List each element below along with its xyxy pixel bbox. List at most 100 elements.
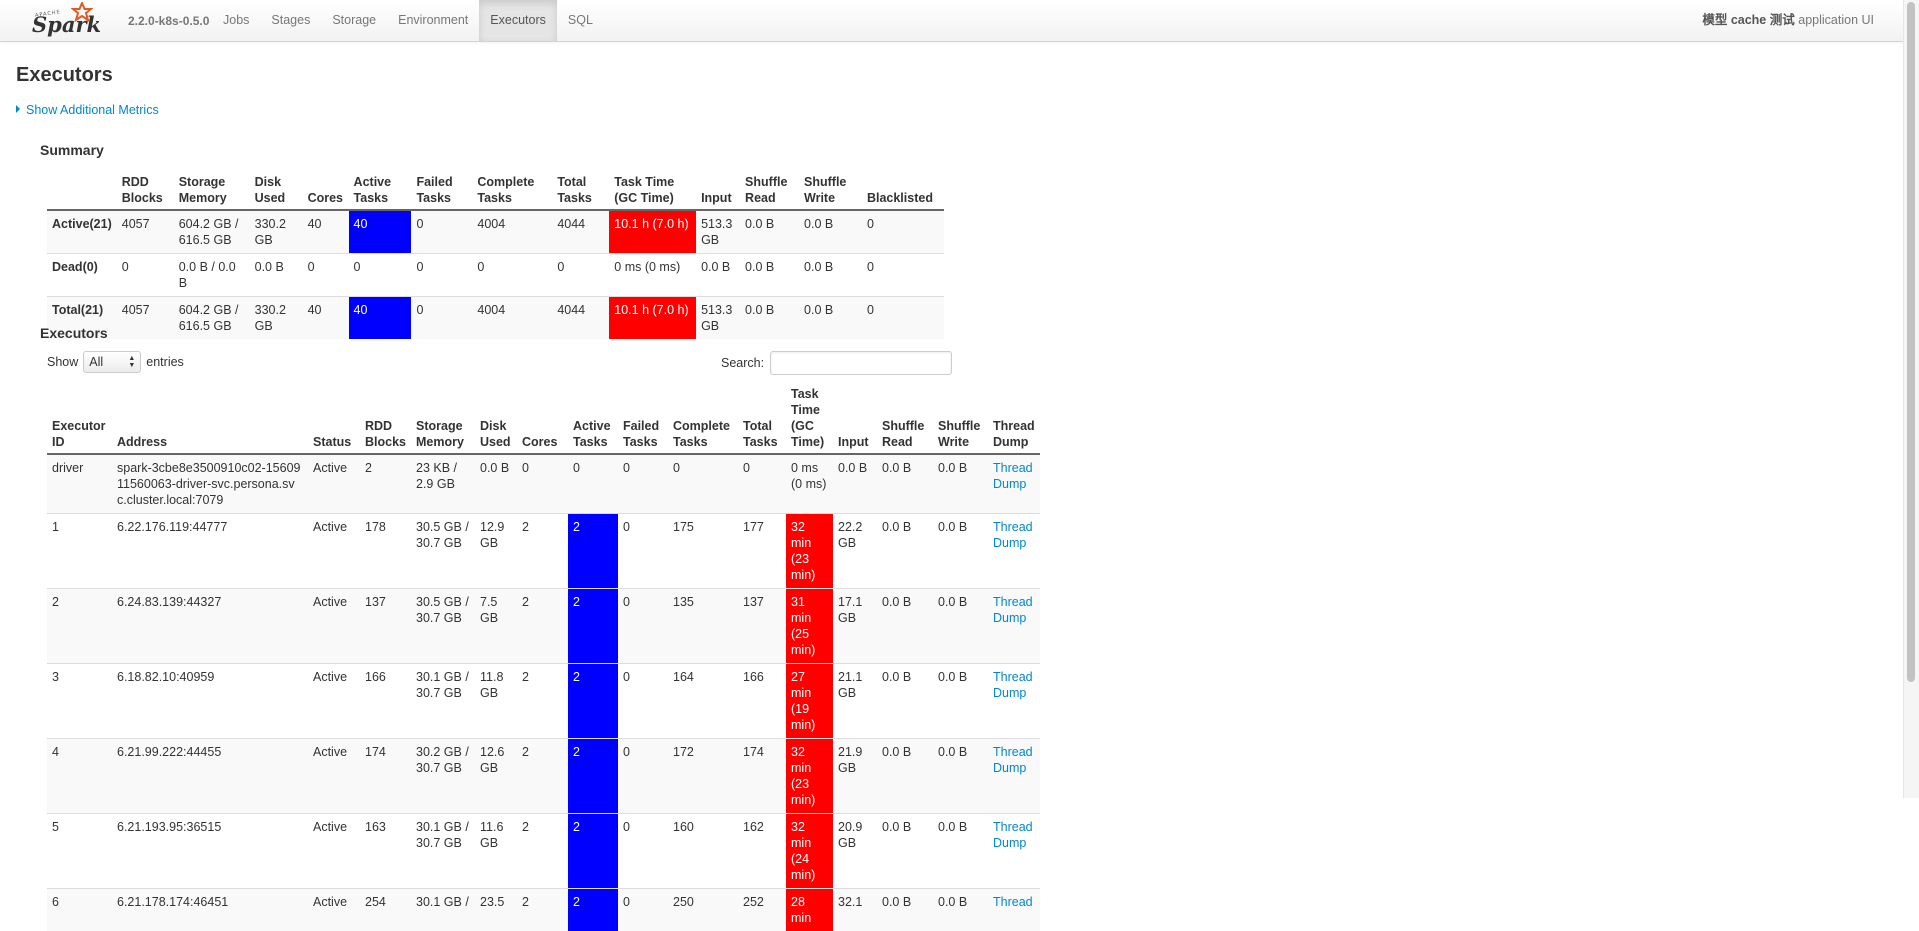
summary-cell: 0 (862, 297, 944, 340)
exec-col-failed-tasks[interactable]: Failed Tasks (618, 384, 668, 454)
summary-col-complete-tasks[interactable]: Complete Tasks (472, 172, 552, 210)
exec-col-total-tasks[interactable]: Total Tasks (738, 384, 786, 454)
tab-stages[interactable]: Stages (260, 0, 321, 41)
thread-dump-link[interactable]: Thread Dump (993, 820, 1033, 850)
summary-row: Active(21)4057604.2 GB / 616.5 GB330.2 G… (47, 210, 944, 254)
summary-cell: 40 (303, 210, 349, 254)
summary-col-blacklisted[interactable]: Blacklisted (862, 172, 944, 210)
executor-cell: 2 (568, 514, 618, 589)
tab-jobs[interactable]: Jobs (212, 0, 260, 41)
executors-table: Executor ID Address Status RDD Blocks St… (47, 384, 1040, 931)
executor-cell: 2 (568, 589, 618, 664)
executor-cell: 32 min (23 min) (786, 514, 833, 589)
summary-cell: 4057 (117, 210, 174, 254)
exec-col-rdd-blocks[interactable]: RDD Blocks (360, 384, 411, 454)
executor-cell: Active (308, 454, 360, 514)
thread-dump-link[interactable]: Thread (993, 895, 1033, 909)
summary-col-disk-used[interactable]: Disk Used (250, 172, 303, 210)
executor-cell: 0 (618, 514, 668, 589)
executor-cell: 6 (47, 889, 112, 931)
page-scrollbar[interactable] (1903, 0, 1919, 798)
executor-cell: 32 min (24 min) (786, 814, 833, 889)
exec-col-storage-memory[interactable]: Storage Memory (411, 384, 475, 454)
summary-table: RDD Blocks Storage Memory Disk Used Core… (47, 172, 944, 339)
summary-col-active-tasks[interactable]: Active Tasks (349, 172, 412, 210)
executor-cell: 22.2 GB (833, 514, 877, 589)
summary-col-storage-memory[interactable]: Storage Memory (174, 172, 250, 210)
executor-cell: 0.0 B (877, 454, 933, 514)
exec-col-thread-dump[interactable]: Thread Dump (988, 384, 1040, 454)
exec-col-input[interactable]: Input (833, 384, 877, 454)
summary-cell: 330.2 GB (250, 297, 303, 340)
exec-col-complete-tasks[interactable]: Complete Tasks (668, 384, 738, 454)
executor-cell: 0 (618, 664, 668, 739)
executor-cell: 137 (738, 589, 786, 664)
executor-cell: 0.0 B (933, 739, 988, 814)
executor-cell: Active (308, 664, 360, 739)
executor-cell: Active (308, 589, 360, 664)
summary-cell: 0.0 B / 0.0 B (174, 254, 250, 297)
spark-logo[interactable]: APACHE Spark (30, 2, 100, 38)
summary-cell: 604.2 GB / 616.5 GB (174, 297, 250, 340)
exec-col-executor-id[interactable]: Executor ID (47, 384, 112, 454)
executor-cell: 30.1 GB / 30.7 GB (411, 664, 475, 739)
exec-col-address[interactable]: Address (112, 384, 308, 454)
thread-dump-link[interactable]: Thread Dump (993, 461, 1033, 491)
summary-col-total-tasks[interactable]: Total Tasks (552, 172, 609, 210)
executor-cell: 1 (47, 514, 112, 589)
executor-cell: 0 (517, 454, 568, 514)
executor-cell: 3 (47, 664, 112, 739)
summary-cell: 0 (117, 254, 174, 297)
page-title: Executors (16, 64, 113, 87)
executor-cell: 23 KB / 2.9 GB (411, 454, 475, 514)
summary-cell: 0.0 B (740, 210, 799, 254)
scrollbar-thumb[interactable] (1907, 2, 1915, 682)
executor-cell: 0 (618, 739, 668, 814)
executor-cell: 20.9 GB (833, 814, 877, 889)
executor-cell: 252 (738, 889, 786, 931)
executor-cell: 30.1 GB / (411, 889, 475, 931)
summary-cell: 0 (349, 254, 412, 297)
summary-col-input[interactable]: Input (696, 172, 740, 210)
summary-cell: 0 (472, 254, 552, 297)
summary-col-task-time[interactable]: Task Time (GC Time) (609, 172, 696, 210)
executor-cell: 250 (668, 889, 738, 931)
search-input[interactable] (770, 351, 952, 375)
executor-cell: 0.0 B (933, 664, 988, 739)
tab-sql[interactable]: SQL (557, 0, 604, 41)
entries-length-control: Show All ▲▼ entries (47, 351, 184, 373)
executor-cell: 0.0 B (833, 454, 877, 514)
exec-col-active-tasks[interactable]: Active Tasks (568, 384, 618, 454)
thread-dump-link[interactable]: Thread Dump (993, 520, 1033, 550)
brand[interactable]: APACHE Spark 2.2.0-k8s-0.5.0 (30, 2, 209, 38)
summary-cell: 513.3 GB (696, 210, 740, 254)
summary-col-failed-tasks[interactable]: Failed Tasks (411, 172, 472, 210)
summary-cell: 0 (862, 254, 944, 297)
summary-body: Active(21)4057604.2 GB / 616.5 GB330.2 G… (47, 210, 944, 339)
thread-dump-link[interactable]: Thread Dump (993, 670, 1033, 700)
executor-cell: 11.6 GB (475, 814, 517, 889)
tab-executors[interactable]: Executors (479, 0, 557, 41)
thread-dump-link[interactable]: Thread Dump (993, 595, 1033, 625)
executor-cell: 30.5 GB / 30.7 GB (411, 589, 475, 664)
summary-col-cores[interactable]: Cores (303, 172, 349, 210)
summary-col-rdd-blocks[interactable]: RDD Blocks (117, 172, 174, 210)
summary-cell: 10.1 h (7.0 h) (609, 210, 696, 254)
exec-col-shuffle-read[interactable]: Shuffle Read (877, 384, 933, 454)
show-additional-metrics-link[interactable]: Show Additional Metrics (16, 103, 159, 117)
entries-length-select[interactable]: All ▲▼ (83, 351, 141, 373)
exec-col-disk-used[interactable]: Disk Used (475, 384, 517, 454)
summary-cell: 0.0 B (799, 297, 862, 340)
tab-storage[interactable]: Storage (321, 0, 387, 41)
exec-col-task-time[interactable]: Task Time (GC Time) (786, 384, 833, 454)
thread-dump-link[interactable]: Thread Dump (993, 745, 1033, 775)
summary-col-shuffle-read[interactable]: Shuffle Read (740, 172, 799, 210)
summary-col-shuffle-write[interactable]: Shuffle Write (799, 172, 862, 210)
executor-cell: 0.0 B (877, 889, 933, 931)
executor-cell: 0 (568, 454, 618, 514)
exec-col-shuffle-write[interactable]: Shuffle Write (933, 384, 988, 454)
exec-col-status[interactable]: Status (308, 384, 360, 454)
executor-cell: 172 (668, 739, 738, 814)
tab-environment[interactable]: Environment (387, 0, 479, 41)
exec-col-cores[interactable]: Cores (517, 384, 568, 454)
